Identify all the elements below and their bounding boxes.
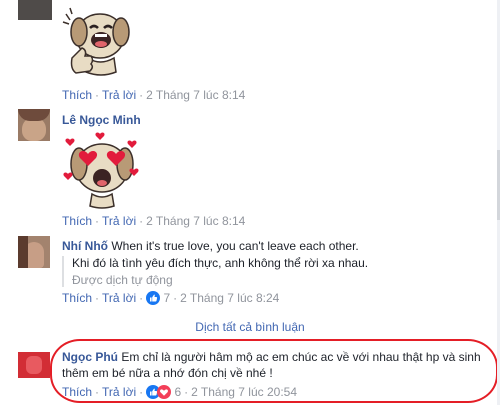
comment-actions: Thích · Trả lời · 2 Tháng 7 lúc 8:14 [62, 88, 246, 102]
timestamp[interactable]: 2 Tháng 7 lúc 8:14 [146, 88, 245, 102]
avatar[interactable] [18, 109, 50, 141]
comment-author[interactable]: Lê Ngọc Minh [62, 113, 141, 127]
translation-text: Khi đó là tình yêu đích thực, anh không … [72, 256, 369, 270]
comment-author[interactable]: Ngọc Phú [62, 350, 118, 364]
love-reaction-icon[interactable] [157, 385, 172, 399]
avatar[interactable] [18, 236, 50, 268]
timestamp[interactable]: 2 Tháng 7 lúc 8:14 [146, 214, 245, 228]
timestamp[interactable]: 2 Tháng 7 lúc 8:24 [180, 291, 279, 305]
like-link[interactable]: Thích [62, 88, 92, 102]
reply-link[interactable]: Trả lời [102, 385, 136, 399]
avatar[interactable] [18, 0, 52, 20]
like-link[interactable]: Thích [62, 385, 92, 399]
like-link[interactable]: Thích [62, 214, 92, 228]
like-reaction-icon[interactable] [146, 291, 161, 305]
comment-actions: Thích · Trả lời · 6 · 2 Tháng 7 lúc 20:54 [62, 385, 298, 399]
reply-link[interactable]: Trả lời [102, 214, 136, 228]
reaction-count[interactable]: 7 [163, 291, 170, 305]
comment-text: When it's true love, you can't leave eac… [111, 239, 359, 253]
timestamp[interactable]: 2 Tháng 7 lúc 20:54 [191, 385, 297, 399]
comment-body: Ngọc Phú Em chỉ là người hâm mộ ac em ch… [62, 350, 481, 364]
comment-author[interactable]: Nhí Nhố [62, 239, 108, 253]
comment-text: Em chỉ là người hâm mộ ac em chúc ac về … [121, 350, 481, 364]
like-link[interactable]: Thích [62, 291, 92, 305]
translation-block: Khi đó là tình yêu đích thực, anh không … [62, 256, 368, 287]
reply-link[interactable]: Trả lời [102, 291, 136, 305]
dog-heart-eyes-sticker [63, 132, 139, 209]
dog-thumbs-up-sticker [62, 7, 130, 76]
translate-all-link[interactable]: Dịch tất cả bình luận [0, 320, 500, 334]
comment-actions: Thích · Trả lời · 7 · 2 Tháng 7 lúc 8:24 [62, 291, 280, 305]
reply-link[interactable]: Trả lời [102, 88, 136, 102]
comment-body: Nhí Nhố When it's true love, you can't l… [62, 239, 359, 253]
comment-text-continued: thêm em bé nữa a nhớ đón chị về nhé ! [62, 366, 273, 380]
translation-source: Được dịch tự động [72, 273, 173, 287]
comment-actions: Thích · Trả lời · 2 Tháng 7 lúc 8:14 [62, 214, 246, 228]
avatar[interactable] [18, 346, 50, 378]
reaction-count[interactable]: 6 [174, 385, 181, 399]
